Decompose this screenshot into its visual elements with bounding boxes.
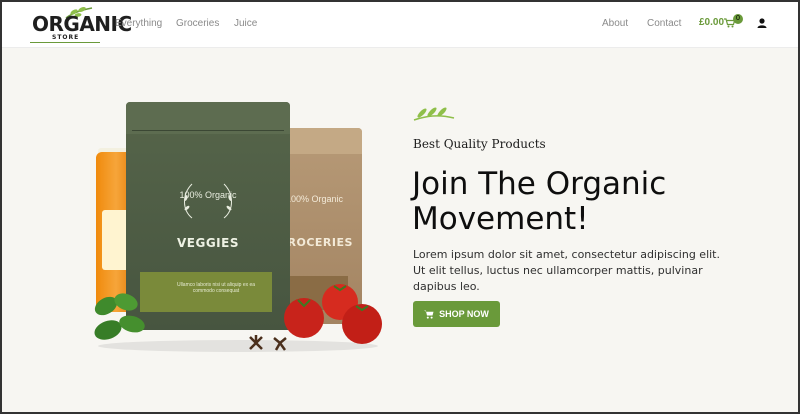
shop-now-button[interactable]: SHOP NOW	[413, 301, 500, 327]
nav-item-contact[interactable]: Contact	[647, 18, 681, 29]
logo-underline	[30, 42, 100, 43]
hero-product-image: 100% Organic GROCERIES 100% Organic VEGG…	[88, 90, 388, 360]
cart-total[interactable]: £0.00	[699, 17, 724, 28]
logo-subtext: STORE	[52, 34, 80, 41]
leaf-icon	[413, 107, 455, 121]
nav-link-about[interactable]: About	[602, 18, 628, 29]
nav-item-groceries[interactable]: Groceries	[176, 18, 219, 29]
nav-link-everything[interactable]: Everything	[115, 18, 162, 29]
user-icon[interactable]	[757, 18, 767, 28]
shopping-cart-icon	[424, 310, 434, 319]
hero-headline: Join The Organic Movement!	[412, 166, 667, 237]
basil-icon	[94, 293, 145, 340]
star-anise-icon	[249, 335, 287, 351]
cart-count-badge: 0	[733, 14, 743, 24]
nav-link-juice[interactable]: Juice	[234, 18, 257, 29]
nav-item-juice[interactable]: Juice	[234, 18, 257, 29]
shop-now-label: SHOP NOW	[439, 309, 489, 319]
veggies-bag-stamp: 100% Organic	[179, 190, 237, 200]
veggies-bag-label: VEGGIES	[177, 236, 239, 250]
nav-link-groceries[interactable]: Groceries	[176, 18, 219, 29]
veggies-bag-seam	[132, 130, 284, 131]
nav-item-everything[interactable]: Everything	[115, 18, 162, 29]
logo[interactable]: ORGANIC STORE	[26, 6, 132, 44]
site-header: ORGANIC STORE Everything Groceries Juice…	[2, 2, 798, 48]
hero-eyebrow: Best Quality Products	[413, 137, 546, 151]
page-frame: ORGANIC STORE Everything Groceries Juice…	[0, 0, 800, 414]
hero-body: Lorem ipsum dolor sit amet, consectetur …	[413, 248, 720, 293]
veggies-bag-fine-print: Ullamco laboris nisi ut aliquip ex ea co…	[176, 282, 256, 294]
groceries-bag-stamp: 100% Organic	[286, 194, 344, 204]
nav-link-contact[interactable]: Contact	[647, 18, 681, 29]
nav-item-about[interactable]: About	[602, 18, 628, 29]
wreath-icon	[184, 183, 232, 219]
